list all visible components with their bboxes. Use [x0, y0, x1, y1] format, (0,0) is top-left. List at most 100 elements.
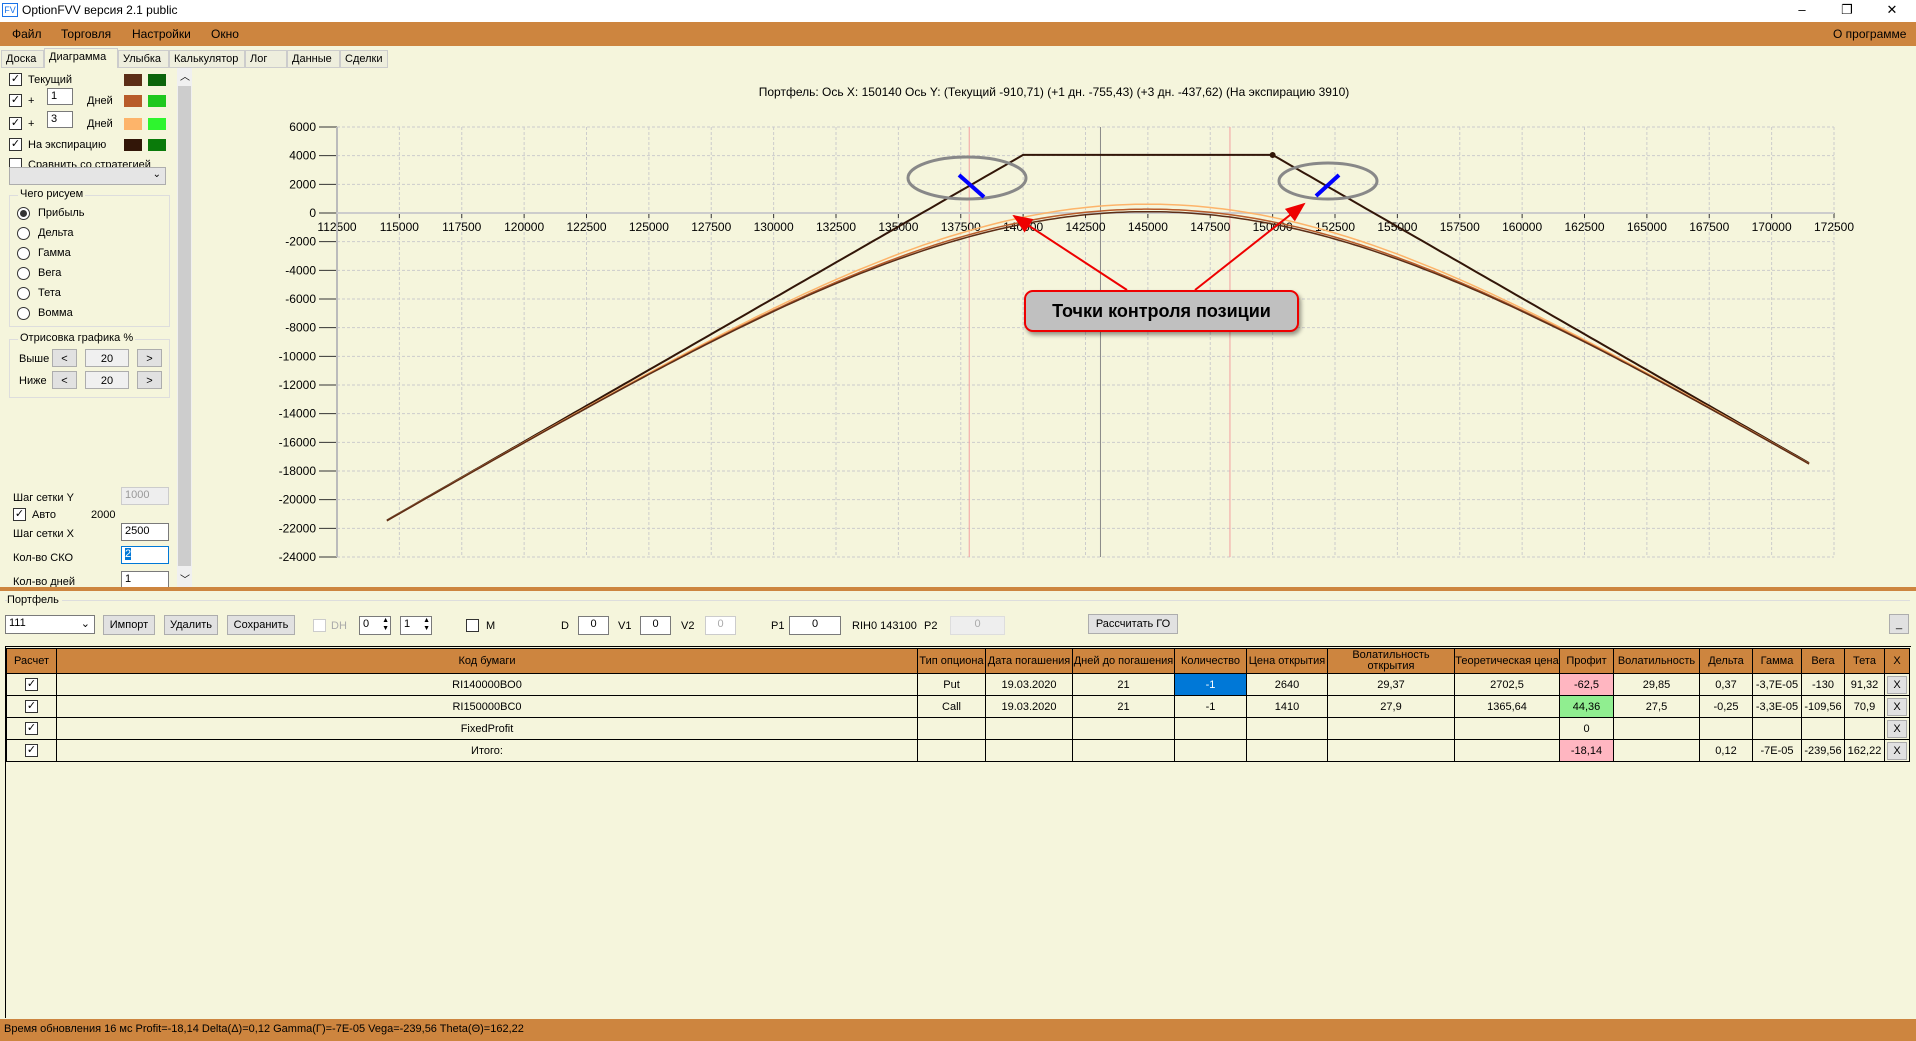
below-increase-button[interactable]: > — [137, 371, 162, 389]
x-tick-label: 127500 — [691, 220, 731, 234]
below-value[interactable]: 20 — [85, 371, 129, 389]
dh-checkbox[interactable] — [313, 619, 326, 632]
column-header[interactable]: Гамма — [1752, 648, 1802, 674]
above-increase-button[interactable]: > — [137, 349, 162, 367]
p1-input[interactable]: 0 — [789, 616, 841, 635]
plus1-color-swatch-2[interactable] — [148, 95, 166, 107]
days-count-input[interactable]: 1 — [121, 571, 169, 588]
above-value[interactable]: 20 — [85, 349, 129, 367]
profit-chart[interactable]: Портфель: Ось X: 150140 Ось Y: (Текущий … — [0, 0, 1916, 588]
d-input[interactable]: 0 — [578, 616, 609, 635]
column-header[interactable]: Тета — [1844, 648, 1885, 674]
table-cell: X — [1884, 717, 1910, 740]
remove-row-button[interactable]: X — [1887, 675, 1907, 694]
strategy-dropdown[interactable]: ⌄ — [9, 167, 166, 185]
table-cell — [1072, 717, 1175, 740]
grid-y-input[interactable]: 1000 — [121, 487, 169, 505]
spinner-2[interactable]: 1 ▲ ▼ — [400, 616, 432, 635]
below-decrease-button[interactable]: < — [52, 371, 77, 389]
column-header[interactable]: Код бумаги — [56, 648, 918, 674]
x-tick-label: 157500 — [1440, 220, 1480, 234]
m-label: M — [486, 620, 496, 632]
calc-checkbox[interactable]: ✓ — [25, 744, 38, 757]
grid-x-input[interactable]: 2500 — [121, 523, 169, 541]
draw-option-radio[interactable] — [17, 307, 30, 320]
table-cell — [1327, 717, 1455, 740]
table-row[interactable]: ✓ RI140000BO0 Put 19.03.2020 21 -1 2640 29,37 27… — [6, 673, 1910, 696]
expiry-checkbox[interactable]: ✓ — [9, 138, 22, 151]
delete-button[interactable]: Удалить — [164, 615, 218, 635]
m-checkbox[interactable] — [466, 619, 479, 632]
calc-margin-button[interactable]: Рассчитать ГО — [1088, 614, 1178, 634]
draw-group-caption: Чего рисуем — [18, 188, 86, 200]
remove-row-button[interactable]: X — [1887, 741, 1907, 760]
scroll-up-icon[interactable]: ︿ — [180, 68, 190, 83]
v1-label: V1 — [618, 620, 632, 632]
column-header[interactable]: Волатильность открытия — [1327, 648, 1455, 674]
expiry-color-swatch-2[interactable] — [148, 139, 166, 151]
left-panel-scrollbar[interactable]: ︿ ﹀ — [177, 68, 192, 588]
draw-option-radio[interactable] — [17, 267, 30, 280]
table-row[interactable]: ✓ Итого: -18,14 0,12 -7E-05 -239,56 162,22 X — [6, 739, 1910, 762]
plus3-checkbox[interactable]: ✓ — [9, 117, 22, 130]
y-tick-label: -12000 — [279, 378, 317, 392]
plus3-color-swatch-2[interactable] — [148, 118, 166, 130]
spinner-1[interactable]: 0 ▲ ▼ — [359, 616, 391, 635]
expiry-label: На экспирацию — [28, 139, 107, 151]
p2-input[interactable]: 0 — [950, 616, 1005, 635]
above-decrease-button[interactable]: < — [52, 349, 77, 367]
portfolio-select[interactable]: 111 ⌄ — [5, 615, 95, 634]
auto-checkbox[interactable]: ✓ — [13, 508, 26, 521]
table-row[interactable]: ✓ RI150000BC0 Call 19.03.2020 21 -1 1410 27,9 13… — [6, 695, 1910, 718]
table-cell: ✓ — [6, 717, 57, 740]
sko-input[interactable]: 2 — [121, 546, 169, 564]
column-header[interactable]: Дельта — [1699, 648, 1753, 674]
draw-option-radio[interactable] — [17, 227, 30, 240]
table-cell — [1174, 739, 1247, 762]
scroll-down-icon[interactable]: ﹀ — [180, 571, 190, 586]
plus3-days-input[interactable]: 3 — [47, 111, 73, 128]
remove-row-button[interactable]: X — [1887, 697, 1907, 716]
v2-input[interactable]: 0 — [705, 616, 736, 635]
plus1-checkbox[interactable]: ✓ — [9, 94, 22, 107]
table-cell — [985, 717, 1073, 740]
column-header[interactable]: X — [1884, 648, 1910, 674]
draw-option-radio[interactable] — [17, 207, 30, 220]
column-header[interactable]: Профит — [1559, 648, 1614, 674]
collapse-button[interactable]: _ — [1889, 614, 1909, 634]
column-header[interactable]: Количество — [1174, 648, 1247, 674]
import-button[interactable]: Импорт — [103, 615, 155, 635]
save-button[interactable]: Сохранить — [227, 615, 295, 635]
table-cell: 1365,64 — [1454, 695, 1560, 718]
plus1-days-input[interactable]: 1 — [47, 88, 73, 105]
x-tick-label: 160000 — [1502, 220, 1542, 234]
column-header[interactable]: Волатильность — [1613, 648, 1700, 674]
column-header[interactable]: Дней до погашения — [1072, 648, 1175, 674]
calc-checkbox[interactable]: ✓ — [25, 678, 38, 691]
scrollbar-thumb[interactable] — [178, 86, 191, 566]
calc-checkbox[interactable]: ✓ — [25, 722, 38, 735]
column-header[interactable]: Цена открытия — [1246, 648, 1328, 674]
draw-option-label: Вомма — [38, 307, 73, 319]
draw-option-radio[interactable] — [17, 287, 30, 300]
calc-checkbox[interactable]: ✓ — [25, 700, 38, 713]
v1-input[interactable]: 0 — [640, 616, 671, 635]
column-header[interactable]: Вега — [1801, 648, 1845, 674]
expiry-color-swatch[interactable] — [124, 139, 142, 151]
column-header[interactable]: Расчет — [6, 648, 57, 674]
column-header[interactable]: Дата погашения — [985, 648, 1073, 674]
spinner-arrows-icon[interactable]: ▲ ▼ — [423, 617, 430, 633]
table-cell: 21 — [1072, 695, 1175, 718]
current-checkbox[interactable]: ✓ — [9, 73, 22, 86]
current-color-swatch[interactable] — [124, 74, 142, 86]
current-color-swatch-2[interactable] — [148, 74, 166, 86]
portfolio-selected: 111 — [9, 617, 26, 629]
column-header[interactable]: Теоретическая цена — [1454, 648, 1560, 674]
remove-row-button[interactable]: X — [1887, 719, 1907, 738]
plus1-color-swatch[interactable] — [124, 95, 142, 107]
plus3-color-swatch[interactable] — [124, 118, 142, 130]
column-header[interactable]: Тип опциона — [917, 648, 986, 674]
draw-option-radio[interactable] — [17, 247, 30, 260]
spinner-arrows-icon[interactable]: ▲ ▼ — [382, 617, 389, 633]
table-row[interactable]: ✓ FixedProfit 0 X — [6, 717, 1910, 740]
